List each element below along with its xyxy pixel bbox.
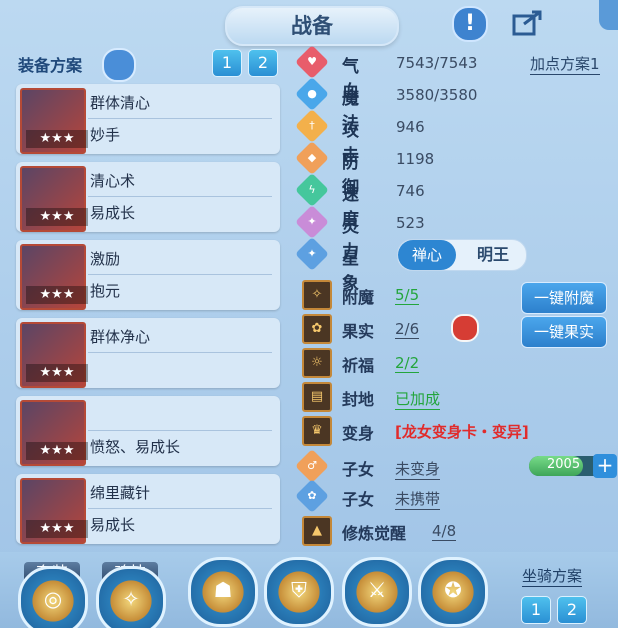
mount-page-2-button[interactable]: 2 <box>557 596 587 624</box>
fruit-icon: ✿ <box>302 314 332 344</box>
share-icon[interactable] <box>510 8 544 38</box>
equipment-attribute: 易成长 <box>90 204 136 222</box>
corner-decoration <box>599 0 618 30</box>
mana-icon: ● <box>295 77 329 111</box>
one-click-fruit-button[interactable]: 一键果实 <box>521 316 607 348</box>
stat-value: 1198 <box>396 150 435 168</box>
rating-stars: ★★★ <box>26 364 88 382</box>
rating-stars: ★★★ <box>26 208 88 226</box>
equipment-card[interactable]: ★★★ 清心术 易成长 <box>16 162 280 232</box>
stat-value: 3580/3580 <box>396 86 478 104</box>
equipment-attribute: 妙手 <box>90 126 121 144</box>
battle-prep-panel: 战备 ! 装备方案 1 2 ★★★ 群体清心 妙手 ★★★ 清心术 易成长 ★★… <box>0 0 618 628</box>
transform-icon: ♛ <box>302 416 332 446</box>
mingwang-option[interactable]: 明王 <box>462 240 524 270</box>
stat-value: 523 <box>396 214 425 232</box>
fief-icon: ▤ <box>302 382 332 412</box>
attribute-plan-link[interactable]: 加点方案1 <box>530 53 600 75</box>
timer-icon[interactable] <box>451 314 479 342</box>
equipment-plan-title: 装备方案 <box>18 56 83 75</box>
equipment-thumbnail: ★★★ <box>20 478 88 544</box>
star-sign-icon: ✦ <box>295 237 329 271</box>
equipment-card[interactable]: ★★★ 群体清心 妙手 <box>16 84 280 154</box>
window-title: 战备 <box>225 6 399 46</box>
fief-value[interactable]: 已加成 <box>395 388 441 410</box>
suit-orb[interactable]: ◎ <box>18 566 88 628</box>
mount-page-1-button[interactable]: 1 <box>521 596 551 624</box>
transform-value[interactable]: [龙女变身卡・变异] <box>395 421 529 442</box>
mount-plan-title[interactable]: 坐骑方案 <box>522 565 583 587</box>
rating-stars: ★★★ <box>26 442 88 460</box>
equipment-name: 绵里藏针 <box>90 484 151 502</box>
stat-value: 7543/7543 <box>396 54 478 72</box>
stat-value: 746 <box>396 182 425 200</box>
equipment-name: 群体清心 <box>90 94 151 112</box>
equipment-card[interactable]: ★★★ 绵里藏针 易成长 <box>16 474 280 544</box>
child-label: 子女 <box>342 460 375 479</box>
equipment-attribute: 愤怒、易成长 <box>90 438 181 456</box>
equipment-name: 激励 <box>90 250 121 268</box>
equipment-page-1-button[interactable]: 1 <box>212 49 242 77</box>
magic-icon: ✦ <box>295 205 329 239</box>
fief-label: 封地 <box>342 390 375 409</box>
cultivation-awakening-label: 修炼觉醒 <box>342 524 407 543</box>
fruit-label: 果实 <box>342 322 375 341</box>
shield-icon: ◆ <box>295 141 329 175</box>
blessing-icon: ☼ <box>302 348 332 378</box>
child-carry-value[interactable]: 未携带 <box>395 488 441 510</box>
blessing-value[interactable]: 2/2 <box>395 354 420 373</box>
transform-label: 变身 <box>342 424 375 443</box>
enchant-label: 附魔 <box>342 288 375 307</box>
cultivation-icon: ▲ <box>302 516 332 546</box>
equipment-card[interactable]: ★★★ 激励 抱元 <box>16 240 280 310</box>
equipment-thumbnail: ★★★ <box>20 244 88 310</box>
enchant-icon: ✧ <box>302 280 332 310</box>
child-label: 子女 <box>342 490 375 509</box>
equipment-thumbnail: ★★★ <box>20 322 88 388</box>
sword-icon: † <box>295 109 329 143</box>
lightning-icon: ϟ <box>295 173 329 207</box>
rating-stars: ★★★ <box>26 286 88 304</box>
rating-stars: ★★★ <box>26 520 88 538</box>
equipment-card[interactable]: ★★★ 群体净心 <box>16 318 280 388</box>
equipment-page-2-button[interactable]: 2 <box>248 49 278 77</box>
equipment-name: 清心术 <box>90 172 136 190</box>
cultivation-awakening-value[interactable]: 4/8 <box>432 522 457 541</box>
power-value: 2005 <box>547 457 581 472</box>
child-transform-value[interactable]: 未变身 <box>395 458 441 480</box>
stat-value: 946 <box>396 118 425 136</box>
soul-skill-orb[interactable]: ✧ <box>96 566 166 628</box>
fruit-value[interactable]: 2/6 <box>395 320 420 339</box>
chanxin-option[interactable]: 禅心 <box>398 240 456 270</box>
help-button[interactable]: ! <box>452 6 488 42</box>
enchant-value[interactable]: 5/5 <box>395 286 420 305</box>
star-sign-toggle[interactable]: 禅心 明王 <box>397 239 527 271</box>
heart-icon: ♥ <box>295 45 329 79</box>
equipment-attribute: 抱元 <box>90 282 121 300</box>
character-orb[interactable]: ☗ <box>188 557 258 627</box>
equipment-thumbnail: ★★★ <box>20 400 88 466</box>
equipment-thumbnail: ★★★ <box>20 88 88 154</box>
paw-icon: ✿ <box>295 479 329 513</box>
add-power-button[interactable]: + <box>593 454 617 478</box>
warrior-orb[interactable]: ⚔ <box>342 557 412 627</box>
child-icon: ♂ <box>295 449 329 483</box>
one-click-enchant-button[interactable]: 一键附魔 <box>521 282 607 314</box>
shield-orb[interactable]: ⛨ <box>264 557 334 627</box>
equipment-card[interactable]: ★★★ 愤怒、易成长 <box>16 396 280 466</box>
blessing-label: 祈福 <box>342 356 375 375</box>
power-bar: 2005 + <box>529 454 617 478</box>
equipment-name: 群体净心 <box>90 328 151 346</box>
equipment-thumbnail: ★★★ <box>20 166 88 232</box>
equipment-attribute: 易成长 <box>90 516 136 534</box>
rating-stars: ★★★ <box>26 130 88 148</box>
hero-orb[interactable]: ✪ <box>418 557 488 627</box>
edit-icon[interactable] <box>102 48 136 82</box>
